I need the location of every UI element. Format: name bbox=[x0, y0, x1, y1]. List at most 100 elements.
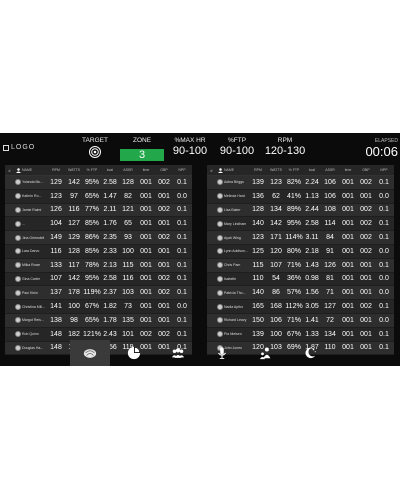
bottom-toolbar bbox=[0, 340, 400, 366]
rider-ftp: 80% bbox=[286, 247, 301, 255]
avatar-cell bbox=[14, 179, 22, 186]
rider-name: Rob Quinn bbox=[22, 332, 39, 337]
rider-npp: 0.0 bbox=[379, 289, 389, 297]
header-assr[interactable]: ASSR bbox=[119, 168, 137, 172]
rider-kcal: 2.58 bbox=[103, 178, 117, 186]
rider-ftp: 78% bbox=[84, 261, 99, 269]
header-rpm[interactable]: RPM bbox=[249, 168, 267, 172]
avatar bbox=[15, 206, 21, 213]
header-obp[interactable]: OBP bbox=[155, 168, 173, 172]
rider-ftp: 119% bbox=[83, 289, 101, 297]
rider-watts: 98 bbox=[70, 316, 78, 324]
rows-left: Yolanda Mc... 129 142 95% 2.58 128 001 002 0.1 Ka… bbox=[5, 176, 192, 356]
rider-row[interactable]: Jina Grimsdell 149 129 86% 2.35 93 001 002 0.1 bbox=[5, 231, 192, 245]
rider-npp: 0.1 bbox=[177, 206, 187, 214]
rider-time: 001 bbox=[342, 192, 354, 200]
rider-row[interactable]: Melinda Hard 136 62 41% 1.13 106 001 001 0.0 bbox=[207, 190, 394, 204]
avatar-cell bbox=[14, 220, 22, 227]
header-rpm[interactable]: RPM bbox=[47, 168, 65, 172]
rider-npp: 0.0 bbox=[379, 192, 389, 200]
rider-kcal: 0.98 bbox=[305, 275, 319, 283]
rider-name: Chris Pam bbox=[224, 263, 241, 268]
rider-row[interactable]: ... 104 127 85% 1.76 65 001 001 0.1 bbox=[5, 217, 192, 232]
rider-time: 001 bbox=[342, 261, 354, 269]
rider-rpm: 115 bbox=[252, 261, 264, 269]
rider-name: Pia Nielsen bbox=[224, 332, 242, 337]
header-name[interactable]: NAME bbox=[22, 168, 47, 172]
header-kcal[interactable]: kcal bbox=[101, 168, 119, 172]
rider-kcal: 2.33 bbox=[103, 247, 117, 255]
rider-obp: 001 bbox=[158, 261, 170, 269]
header-watts[interactable]: WATTS bbox=[65, 168, 83, 172]
elapsed-value: 00:06 bbox=[365, 144, 398, 159]
rider-row[interactable]: Nadia Aptho 165 168 112% 3.05 127 001 002 0.1 bbox=[207, 300, 394, 314]
rider-row[interactable]: Isabelle 110 54 36% 0.98 81 001 001 0.0 bbox=[207, 273, 394, 287]
target-metric: TARGET bbox=[80, 137, 110, 163]
rider-row[interactable]: Chris Pam 115 107 71% 1.43 126 001 001 0.1 bbox=[207, 258, 394, 273]
rider-kcal: 1.82 bbox=[103, 303, 117, 311]
header-time[interactable]: time bbox=[137, 168, 155, 172]
rider-row[interactable]: Lisa Baker 128 134 89% 2.44 108 001 002 0.1 bbox=[207, 203, 394, 218]
rider-name: Richard Leavy bbox=[224, 318, 247, 323]
rider-row[interactable]: Milka Rowe 133 117 78% 2.13 115 001 001 0.1 bbox=[5, 258, 192, 273]
tool-stats[interactable] bbox=[114, 340, 154, 366]
app-screen: LOGO TARGET ZONE 3 %MAX HR 90-100 %FTP 9… bbox=[0, 133, 400, 366]
avatar bbox=[217, 220, 223, 227]
rider-rpm: 125 bbox=[252, 247, 264, 255]
rider-row[interactable]: Richard Leavy 150 106 71% 1.41 72 001 001 0.0 bbox=[207, 313, 394, 328]
night-mode-icon bbox=[305, 347, 316, 359]
rider-row[interactable]: Adina Briggs 139 123 82% 2.24 106 001 002 0.1 bbox=[207, 176, 394, 190]
rider-assr: 93 bbox=[124, 234, 132, 242]
rider-watts: 142 bbox=[270, 220, 282, 228]
rider-row[interactable]: Ayah Wing 123 171 114% 3.11 84 001 002 0.1 bbox=[207, 231, 394, 245]
rider-ftp: 71% bbox=[286, 261, 301, 269]
rider-row[interactable]: Lara Darvo 116 128 85% 2.33 100 001 001 0.1 bbox=[5, 245, 192, 259]
rider-ftp: 114% bbox=[285, 234, 303, 242]
header-npp[interactable]: NPP bbox=[173, 168, 191, 172]
rider-ftp: 85% bbox=[84, 220, 99, 228]
header-obp[interactable]: OBP bbox=[357, 168, 375, 172]
rider-row[interactable]: Yolanda Mc... 129 142 95% 2.58 128 001 002 0.1 bbox=[5, 176, 192, 190]
header-assr[interactable]: ASSR bbox=[321, 168, 339, 172]
rider-kcal: 2.37 bbox=[103, 289, 117, 297]
rider-time: 001 bbox=[140, 261, 152, 269]
rider-npp: 0.1 bbox=[379, 220, 389, 228]
avatar-cell bbox=[14, 303, 22, 310]
header-time[interactable]: time bbox=[339, 168, 357, 172]
rider-row[interactable]: Christina Mill... 141 100 67% 1.82 73 001 001 0.… bbox=[5, 300, 192, 314]
rider-name: Jamie Raimi bbox=[22, 207, 42, 212]
rider-rpm: 107 bbox=[50, 275, 62, 283]
avatar-cell bbox=[14, 262, 22, 269]
rider-row[interactable]: Margot Reis... 138 98 65% 1.78 135 001 001 0.1 bbox=[5, 313, 192, 328]
riders-table-left: # NAME RPM WATTS % FTP kcal ASSR time OB… bbox=[5, 165, 192, 356]
rider-row[interactable]: Gina Carter 107 142 95% 2.58 116 001 002 0.1 bbox=[5, 273, 192, 287]
rider-row[interactable]: Paul Klein 137 178 119% 2.37 103 001 002 0.1 bbox=[5, 286, 192, 301]
tool-coach[interactable] bbox=[246, 340, 286, 366]
header-name[interactable]: NAME bbox=[224, 168, 249, 172]
header-watts[interactable]: WATTS bbox=[267, 168, 285, 172]
rider-kcal: 1.76 bbox=[103, 220, 117, 228]
microphone-icon bbox=[218, 347, 226, 359]
maxhr-metric: %MAX HR 90-100 bbox=[168, 137, 212, 158]
zone-value: 3 bbox=[120, 149, 164, 161]
header-ftp[interactable]: % FTP bbox=[285, 168, 303, 172]
avatar bbox=[217, 234, 223, 241]
pie-chart-icon bbox=[127, 346, 141, 360]
rider-time: 001 bbox=[140, 192, 152, 200]
rider-row[interactable]: Jamie Raimi 126 116 77% 2.11 121 001 002 0.1 bbox=[5, 203, 192, 218]
rider-watts: 100 bbox=[270, 330, 282, 338]
avatar-cell bbox=[216, 206, 224, 213]
rider-row[interactable]: Patricia Tho... 140 86 57% 1.56 71 001 001 0.0 bbox=[207, 286, 394, 301]
rider-obp: 002 bbox=[360, 303, 372, 311]
rider-row[interactable]: Lynn Addison... 125 120 80% 2.18 91 001 002 0.0 bbox=[207, 245, 394, 259]
header-ftp[interactable]: % FTP bbox=[83, 168, 101, 172]
header-npp[interactable]: NPP bbox=[375, 168, 393, 172]
tool-group[interactable] bbox=[158, 340, 198, 366]
tool-microphone[interactable] bbox=[202, 340, 242, 366]
rider-row[interactable]: Mary Lindham 140 142 95% 2.58 114 001 002 0.1 bbox=[207, 217, 394, 232]
header-kcal[interactable]: kcal bbox=[303, 168, 321, 172]
rider-ftp: 65% bbox=[84, 316, 99, 324]
tool-cycling[interactable] bbox=[70, 340, 110, 366]
tool-night-mode[interactable] bbox=[290, 340, 330, 366]
rider-row[interactable]: Kathrin Ro... 123 97 65% 1.47 82 001 001 0.0 bbox=[5, 190, 192, 204]
